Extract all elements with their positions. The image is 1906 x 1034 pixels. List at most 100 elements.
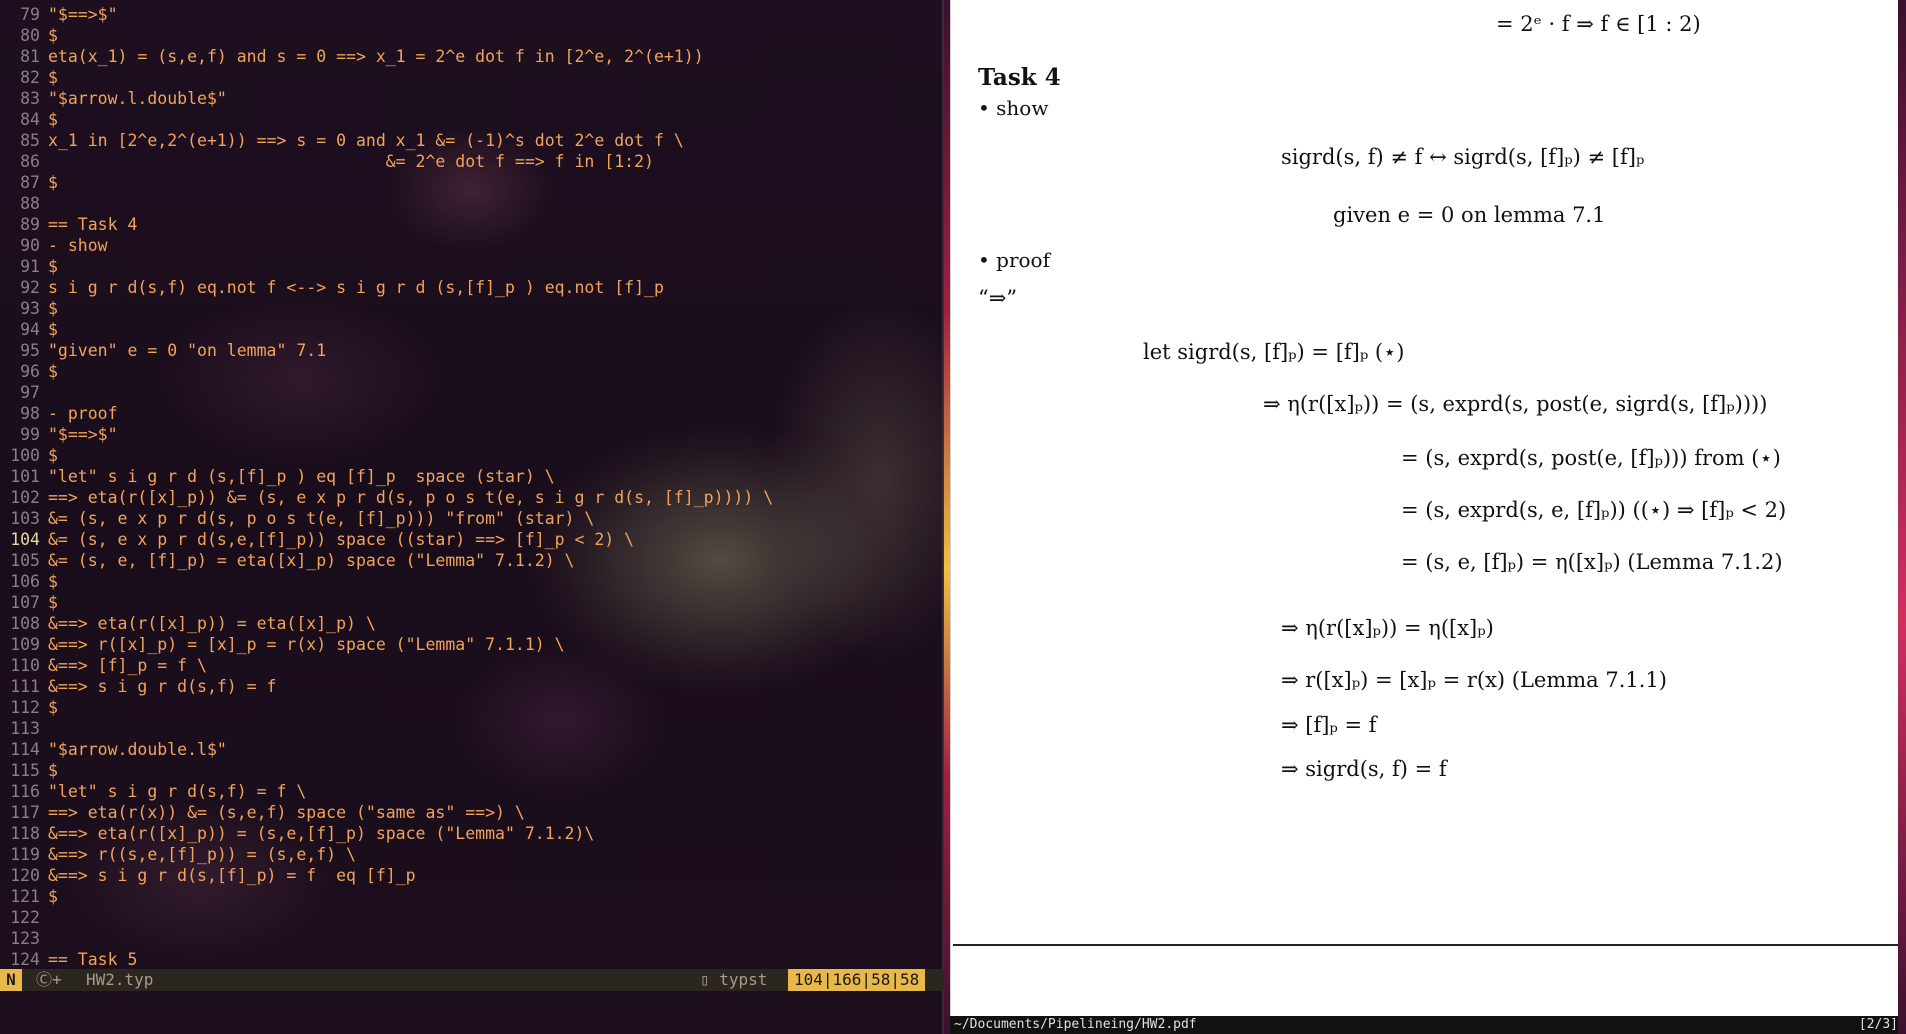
line-number: 88 xyxy=(20,194,40,213)
code-line[interactable]: 117 ==> eta(r(x)) &= (s,e,f) space ("same… xyxy=(0,802,944,823)
code-line[interactable]: 110 &==> [f]_p = f \ xyxy=(0,655,944,676)
code-line[interactable]: 103 &= (s, e x p r d(s, p o s t(e, [f]_p)… xyxy=(0,508,944,529)
line-text[interactable]: &==> s i g r d(s,[f]_p) = f eq [f]_p xyxy=(48,866,416,885)
line-text[interactable]: &==> eta(r([x]_p)) = (s,e,[f]_p) space (… xyxy=(48,824,594,843)
line-text[interactable]: $ xyxy=(48,887,58,906)
line-text[interactable]: $ xyxy=(48,698,58,717)
code-line[interactable]: 118 &==> eta(r([x]_p)) = (s,e,[f]_p) spac… xyxy=(0,823,944,844)
code-line[interactable]: 86 &= 2^e dot f ==> f in [1:2) xyxy=(0,151,944,172)
code-line[interactable]: 119 &==> r((s,e,[f]_p)) = (s,e,f) \ xyxy=(0,844,944,865)
code-line[interactable]: 124 == Task 5 xyxy=(0,949,944,970)
code-line[interactable]: 96 $ xyxy=(0,361,944,382)
code-line[interactable]: 93 $ xyxy=(0,298,944,319)
line-text[interactable]: $ xyxy=(48,320,58,339)
file-icon: ▯ xyxy=(700,970,720,989)
line-number: 94 xyxy=(20,320,40,339)
line-text[interactable]: &==> s i g r d(s,f) = f xyxy=(48,677,276,696)
code-line[interactable]: 114 "$arrow.double.l$" xyxy=(0,739,944,760)
code-line[interactable]: 101 "let" s i g r d (s,[f]_p ) eq [f]_p s… xyxy=(0,466,944,487)
code-line[interactable]: 102 ==> eta(r([x]_p)) &= (s, e x p r d(s,… xyxy=(0,487,944,508)
proof-line-2: ⇒ η(r([x]ₚ)) = (s, exprd(s, post(e, sigr… xyxy=(1263,392,1768,416)
code-line[interactable]: 81 eta(x_1) = (s,e,f) and s = 0 ==> x_1 =… xyxy=(0,46,944,67)
line-text[interactable]: - proof xyxy=(48,404,118,423)
code-line[interactable]: 111 &==> s i g r d(s,f) = f xyxy=(0,676,944,697)
line-text[interactable]: $ xyxy=(48,446,58,465)
line-text[interactable]: "given" e = 0 "on lemma" 7.1 xyxy=(48,341,326,360)
proof-line-6: ⇒ η(r([x]ₚ)) = η([x]ₚ) xyxy=(1281,616,1494,640)
code-line[interactable]: 87 $ xyxy=(0,172,944,193)
code-line[interactable]: 84 $ xyxy=(0,109,944,130)
line-text[interactable]: $ xyxy=(48,68,58,87)
editor-window[interactable]: 79 "$==>$" 80 $81 eta(x_1) = (s,e,f) and s =… xyxy=(0,0,944,1034)
line-text[interactable]: "let" s i g r d (s,[f]_p ) eq [f]_p spac… xyxy=(48,467,555,486)
code-line[interactable]: 89 == Task 4 xyxy=(0,214,944,235)
line-text[interactable]: eta(x_1) = (s,e,f) and s = 0 ==> x_1 = 2… xyxy=(48,47,704,66)
line-text[interactable]: &= (s, e, [f]_p) = eta([x]_p) space ("Le… xyxy=(48,551,575,570)
code-line[interactable]: 113 xyxy=(0,718,944,739)
code-line[interactable]: 122 xyxy=(0,907,944,928)
line-text[interactable]: "$==>$" xyxy=(48,5,118,24)
code-line[interactable]: 90 - show xyxy=(0,235,944,256)
line-text[interactable]: == Task 5 xyxy=(48,950,137,969)
code-line[interactable]: 105 &= (s, e, [f]_p) = eta([x]_p) space (… xyxy=(0,550,944,571)
code-line[interactable]: 108 &==> eta(r([x]_p)) = eta([x]_p) \ xyxy=(0,613,944,634)
line-text[interactable]: &==> eta(r([x]_p)) = eta([x]_p) \ xyxy=(48,614,376,633)
code-line[interactable]: 80 $ xyxy=(0,25,944,46)
code-line[interactable]: 104 &= (s, e x p r d(s,e,[f]_p)) space ((… xyxy=(0,529,944,550)
code-line[interactable]: 115 $ xyxy=(0,760,944,781)
line-text[interactable]: &==> r([x]_p) = [x]_p = r(x) space ("Lem… xyxy=(48,635,565,654)
line-text[interactable]: "$arrow.l.double$" xyxy=(48,89,227,108)
line-text[interactable]: $ xyxy=(48,593,58,612)
code-line[interactable]: 82 $ xyxy=(0,67,944,88)
code-line[interactable]: 106 $ xyxy=(0,571,944,592)
code-line[interactable]: 98 - proof xyxy=(0,403,944,424)
line-text[interactable]: &==> [f]_p = f \ xyxy=(48,656,207,675)
line-text[interactable]: s i g r d(s,f) eq.not f <--> s i g r d (… xyxy=(48,278,664,297)
line-text[interactable]: $ xyxy=(48,299,58,318)
line-number: 109 xyxy=(10,635,40,654)
mode-indicator: N xyxy=(0,969,22,991)
line-text[interactable]: ==> eta(r([x]_p)) &= (s, e x p r d(s, p … xyxy=(48,488,773,507)
code-line[interactable]: 120 &==> s i g r d(s,[f]_p) = f eq [f]_p xyxy=(0,865,944,886)
line-text[interactable]: $ xyxy=(48,257,58,276)
line-number: 100 xyxy=(10,446,40,465)
line-text[interactable]: $ xyxy=(48,761,58,780)
line-text[interactable]: &= (s, e x p r d(s,e,[f]_p)) space ((sta… xyxy=(48,530,634,549)
pdf-viewer-window[interactable]: = 2ᵉ · f ⇒ f ∈ [1 : 2) Task 4 • show sig… xyxy=(950,0,1906,1034)
code-line[interactable]: 79 "$==>$" xyxy=(0,4,944,25)
code-line[interactable]: 91 $ xyxy=(0,256,944,277)
code-line[interactable]: 123 xyxy=(0,928,944,949)
code-line[interactable]: 94 $ xyxy=(0,319,944,340)
line-number: 103 xyxy=(10,509,40,528)
code-line[interactable]: 107 $ xyxy=(0,592,944,613)
line-text[interactable]: &= (s, e x p r d(s, p o s t(e, [f]_p))) … xyxy=(48,509,594,528)
line-text[interactable]: ==> eta(r(x)) &= (s,e,f) space ("same as… xyxy=(48,803,525,822)
line-text[interactable]: - show xyxy=(48,236,108,255)
code-line[interactable]: 116 "let" s i g r d(s,f) = f \ xyxy=(0,781,944,802)
code-line[interactable]: 83 "$arrow.l.double$" xyxy=(0,88,944,109)
line-text[interactable]: "$arrow.double.l$" xyxy=(48,740,227,759)
line-text[interactable]: &==> r((s,e,[f]_p)) = (s,e,f) \ xyxy=(48,845,356,864)
line-text[interactable]: $ xyxy=(48,110,58,129)
line-text[interactable]: &= 2^e dot f ==> f in [1:2) xyxy=(48,152,654,171)
proof-line-7: ⇒ r([x]ₚ) = [x]ₚ = r(x) (Lemma 7.1.1) xyxy=(1281,668,1667,692)
line-text[interactable]: x_1 in [2^e,2^(e+1)) ==> s = 0 and x_1 &… xyxy=(48,131,684,150)
line-text[interactable]: == Task 4 xyxy=(48,215,137,234)
code-line[interactable]: 109 &==> r([x]_p) = [x]_p = r(x) space ("… xyxy=(0,634,944,655)
code-line[interactable]: 88 xyxy=(0,193,944,214)
line-text[interactable]: $ xyxy=(48,26,58,45)
code-line[interactable]: 99 "$==>$" xyxy=(0,424,944,445)
line-text[interactable]: $ xyxy=(48,173,58,192)
code-line[interactable]: 95 "given" e = 0 "on lemma" 7.1 xyxy=(0,340,944,361)
code-line[interactable]: 112 $ xyxy=(0,697,944,718)
code-line[interactable]: 100 $ xyxy=(0,445,944,466)
code-line[interactable]: 92 s i g r d(s,f) eq.not f <--> s i g r d… xyxy=(0,277,944,298)
code-line[interactable]: 85 x_1 in [2^e,2^(e+1)) ==> s = 0 and x_1… xyxy=(0,130,944,151)
line-text[interactable]: "let" s i g r d(s,f) = f \ xyxy=(48,782,306,801)
code-line[interactable]: 121 $ xyxy=(0,886,944,907)
line-text[interactable]: $ xyxy=(48,572,58,591)
code-area[interactable]: 79 "$==>$" 80 $81 eta(x_1) = (s,e,f) and s =… xyxy=(0,4,944,970)
line-text[interactable]: $ xyxy=(48,362,58,381)
code-line[interactable]: 97 xyxy=(0,382,944,403)
line-text[interactable]: "$==>$" xyxy=(48,425,118,444)
